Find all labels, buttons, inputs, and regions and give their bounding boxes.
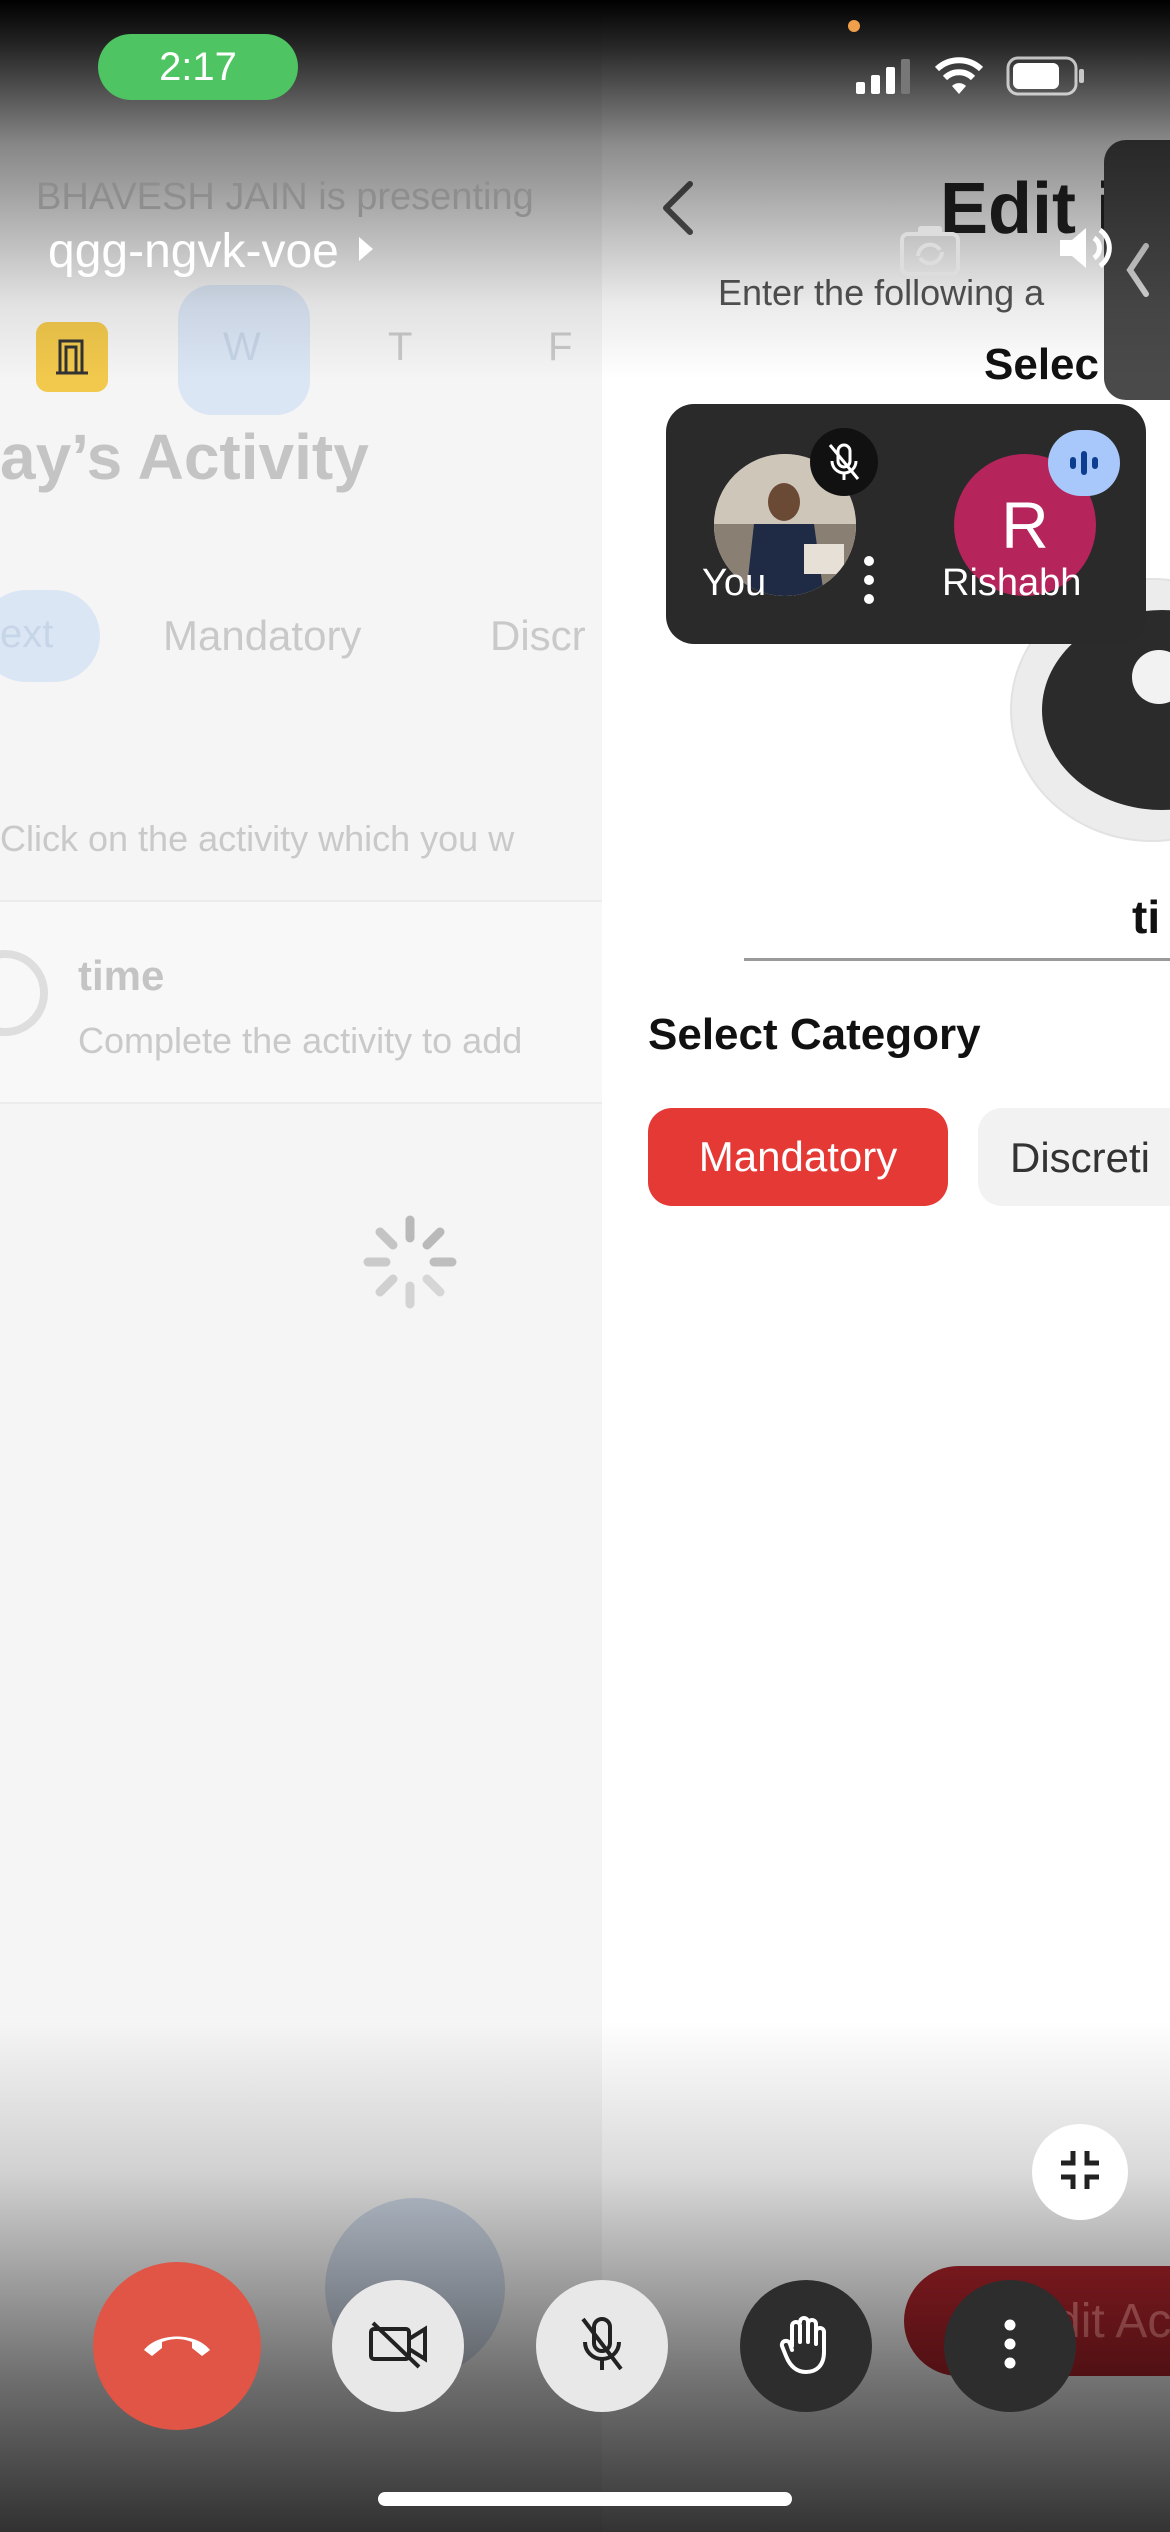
battery-icon — [1006, 56, 1086, 101]
meeting-code-text: qgg-ngvk-voe — [48, 225, 339, 278]
select-category-label: Select Category — [648, 1010, 981, 1059]
wifi-icon — [932, 54, 986, 101]
avatar-initial: R — [1001, 488, 1049, 562]
status-time: 2:17 — [159, 44, 237, 89]
name-underline — [744, 958, 1170, 961]
cellular-signal-icon — [856, 58, 914, 99]
chip-mandatory-label: Mandatory — [698, 1133, 898, 1180]
mic-toggle-button[interactable] — [536, 2280, 668, 2412]
page-title: ay’s Activity — [0, 421, 369, 493]
chip-mandatory[interactable]: Mandatory — [648, 1108, 948, 1206]
phone-hangup-icon — [140, 2328, 214, 2365]
more-vert-icon — [1003, 2318, 1017, 2375]
camera-toggle-button[interactable] — [332, 2280, 464, 2412]
activity-desc: Complete the activity to add — [78, 1020, 523, 1061]
chip-discretionary[interactable]: Discreti — [978, 1108, 1170, 1206]
name-value[interactable]: ti — [1132, 890, 1160, 944]
video-off-icon — [367, 2319, 429, 2374]
end-call-button[interactable] — [93, 2262, 261, 2430]
participant-rishabh-name: Rishabh — [942, 562, 1082, 604]
presenter-text: BHAVESH JAIN is presenting — [36, 176, 534, 218]
home-indicator[interactable] — [378, 2492, 792, 2506]
back-chevron-icon[interactable] — [658, 178, 698, 243]
select-header: Selec — [984, 340, 1099, 389]
hint-text: Click on the activity which you w — [0, 818, 515, 859]
status-time-pill[interactable]: 2:17 — [98, 34, 298, 100]
mic-off-icon — [577, 2314, 627, 2379]
mic-off-badge-icon — [810, 428, 878, 496]
more-vert-icon[interactable] — [862, 554, 876, 611]
speaking-indicator-icon — [1048, 430, 1120, 496]
week-day-w: W — [223, 325, 261, 369]
week-day-t: T — [388, 325, 413, 369]
edit-subtitle: Enter the following a — [718, 272, 1045, 313]
raise-hand-button[interactable] — [740, 2280, 872, 2412]
raise-hand-icon — [778, 2312, 834, 2381]
chevron-right-icon — [357, 235, 375, 268]
week-day-f: F — [548, 325, 573, 369]
tab-mandatory: Mandatory — [163, 612, 362, 659]
activity-name: time — [78, 952, 165, 999]
participants-tile[interactable]: You R Rishabh — [666, 404, 1146, 644]
tab-next-label: ext — [0, 612, 54, 656]
speaker-icon[interactable] — [1056, 220, 1116, 281]
chip-discretionary-label: Discreti — [1010, 1134, 1151, 1181]
more-options-button[interactable] — [944, 2280, 1076, 2412]
switch-camera-icon[interactable] — [898, 222, 962, 283]
privacy-indicator-dot — [848, 20, 860, 32]
minimize-icon — [1057, 2147, 1103, 2198]
meeting-code[interactable]: qgg-ngvk-voe — [48, 224, 375, 279]
minimize-button[interactable] — [1032, 2124, 1128, 2220]
exit-icon — [36, 322, 108, 392]
loading-spinner-icon — [360, 1212, 460, 1317]
tab-discretionary: Discr — [490, 612, 586, 659]
shared-screen-left: W T F ay’s Activity ext Mandatory Discr … — [0, 0, 602, 2532]
activity-card — [0, 900, 602, 1104]
participant-you-name: You — [702, 562, 767, 604]
